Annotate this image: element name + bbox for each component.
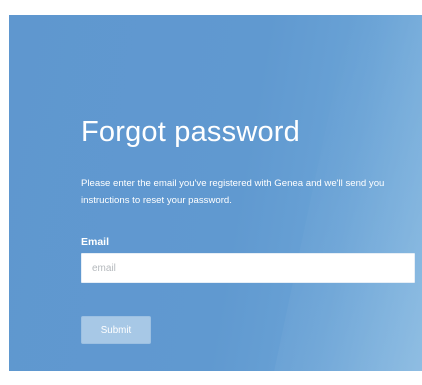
submit-button[interactable]: Submit bbox=[81, 316, 151, 344]
forgot-password-panel: Forgot password Please enter the email y… bbox=[9, 15, 422, 371]
instructions-text: Please enter the email you've registered… bbox=[81, 178, 385, 206]
page-frame: Forgot password Please enter the email y… bbox=[0, 0, 422, 385]
email-label: Email bbox=[81, 236, 110, 248]
page-title: Forgot password bbox=[81, 116, 300, 148]
email-field[interactable] bbox=[81, 253, 415, 283]
